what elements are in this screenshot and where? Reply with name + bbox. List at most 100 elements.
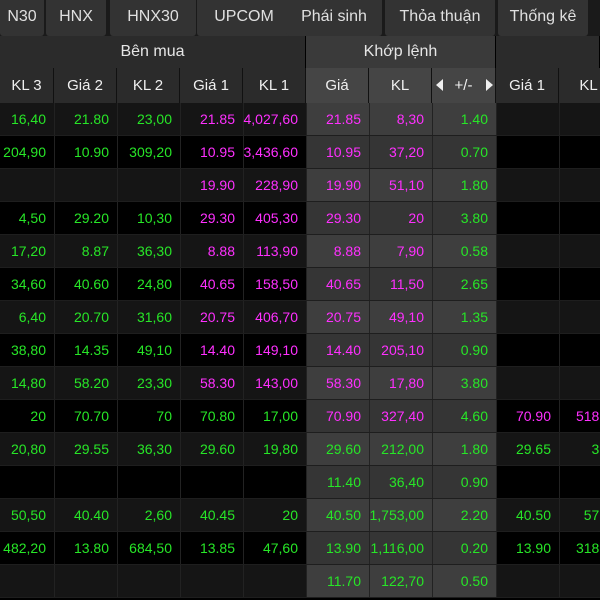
tab-thống-kê[interactable]: Thống kê	[498, 0, 588, 36]
cell-kl1: 19,80	[262, 441, 298, 457]
cell-gia2: 20.70	[73, 309, 109, 325]
cell-khop-change: 1.40	[460, 111, 488, 127]
cell-ban-gia1	[496, 367, 559, 400]
table-row[interactable]: 38,80 14.35 49,10 14.40 149,10 14.40 205,10 0.9…	[0, 334, 600, 367]
cell-kl3: 204,90	[3, 144, 46, 160]
cell-kl2: 24,80	[136, 276, 172, 292]
cell-kl2: 23,30	[136, 375, 172, 391]
header-kl2: KL 2	[117, 68, 180, 103]
tab-thỏa-thuận[interactable]: Thỏa thuận	[385, 0, 495, 36]
cell-khop-gia: 14.40	[325, 342, 361, 358]
cell-khop-change: 1.35	[460, 309, 488, 325]
table-row[interactable]: 19.90 228,90 19.90 51,10 1.80	[0, 169, 600, 202]
table-row[interactable]: 4,50 29.20 10,30 29.30 405,30 29.30 20 3.80	[0, 202, 600, 235]
cell-ban-kl1	[559, 103, 600, 136]
table-row[interactable]: 17,20 8.87 36,30 8.88 113,90 8.88 7,90 0.58	[0, 235, 600, 268]
market-tabs: N30 HNX HNX30 UPCOM Phái sinh Thỏa thuận Thống…	[0, 0, 600, 36]
cell-ban-gia1	[496, 169, 559, 202]
cell-ban-gia1	[496, 136, 559, 169]
cell-gia2	[54, 169, 117, 202]
cell-gia2: 40.40	[73, 507, 109, 523]
cell-gia1: 40.45	[199, 507, 235, 523]
header-ban-gia1: Giá 1	[496, 68, 559, 103]
cell-gia1: 8.88	[207, 243, 235, 259]
cell-kl2: 36,30	[136, 243, 172, 259]
tab-hnx30[interactable]: HNX30	[110, 0, 196, 36]
table-row[interactable]: 482,20 13.80 684,50 13.85 47,60 13.90 1,116,00…	[0, 532, 600, 565]
cell-kl2: 49,10	[136, 342, 172, 358]
cell-kl1	[243, 565, 306, 598]
cell-ban-gia1	[496, 235, 559, 268]
cell-gia2	[54, 466, 117, 499]
tab-hnx[interactable]: HNX	[46, 0, 106, 36]
cell-kl1: 158,50	[255, 276, 298, 292]
cell-ban-gia1	[496, 268, 559, 301]
table-row[interactable]: 34,60 40.60 24,80 40.65 158,50 40.65 11,50 2.65	[0, 268, 600, 301]
cell-khop-change: 3.80	[460, 375, 488, 391]
cell-kl3	[0, 169, 54, 202]
cell-gia1: 40.65	[199, 276, 235, 292]
tab-upcom[interactable]: UPCOM	[197, 0, 291, 36]
group-header-ben-ban	[496, 36, 600, 68]
cell-kl1: 405,30	[255, 210, 298, 226]
cell-khop-gia: 8.88	[333, 243, 361, 259]
table-row[interactable]: 204,90 10.90 309,20 10.95 3,436,60 10.95 37,20…	[0, 136, 600, 169]
cell-ban-kl1	[559, 301, 600, 334]
cell-kl3: 34,60	[10, 276, 46, 292]
table-row[interactable]: 11.40 36,40 0.90	[0, 466, 600, 499]
cell-gia2	[54, 565, 117, 598]
cell-khop-change: 4.60	[460, 408, 488, 424]
cell-kl2: 31,60	[136, 309, 172, 325]
cell-gia1: 19.90	[199, 177, 235, 193]
cell-khop-gia: 10.95	[325, 144, 361, 160]
cell-khop-gia: 40.50	[325, 507, 361, 523]
cell-khop-kl: 36,40	[388, 474, 424, 490]
tab-phái-sinh[interactable]: Phái sinh	[286, 0, 382, 36]
cell-ban-gia1	[496, 334, 559, 367]
table-row[interactable]: 6,40 20.70 31,60 20.75 406,70 20.75 49,10 1.35	[0, 301, 600, 334]
scroll-right-icon[interactable]	[486, 79, 493, 91]
cell-kl3: 20	[30, 408, 46, 424]
cell-khop-gia: 20.75	[325, 309, 361, 325]
cell-gia1: 29.30	[199, 210, 235, 226]
cell-kl1: 20	[282, 507, 298, 523]
cell-khop-change: 0.90	[460, 474, 488, 490]
price-board-table: 16,40 21.80 23,00 21.85 4,027,60 21.85 8,30 1.4…	[0, 103, 600, 598]
cell-khop-change: 3.80	[460, 210, 488, 226]
tab-n30[interactable]: N30	[0, 0, 44, 36]
table-row[interactable]: 20 70.70 70 70.80 17,00 70.90 327,40 4.60 70.90 5…	[0, 400, 600, 433]
table-row[interactable]: 50,50 40.40 2,60 40.45 20 40.50 1,753,00 2.20 40…	[0, 499, 600, 532]
header-kl3: KL 3	[0, 68, 54, 103]
cell-kl2	[117, 565, 180, 598]
cell-kl1	[243, 466, 306, 499]
cell-gia2: 10.90	[73, 144, 109, 160]
cell-kl2: 10,30	[136, 210, 172, 226]
cell-khop-kl: 1,753,00	[369, 507, 425, 523]
cell-kl3: 50,50	[10, 507, 46, 523]
cell-gia2: 70.70	[73, 408, 109, 424]
cell-kl2: 70	[156, 408, 172, 424]
cell-gia2: 21.80	[73, 111, 109, 127]
cell-kl2: 309,20	[129, 144, 172, 160]
cell-kl1: 17,00	[262, 408, 298, 424]
cell-khop-kl: 212,00	[381, 441, 424, 457]
cell-kl3: 38,80	[10, 342, 46, 358]
cell-khop-kl: 11,50	[390, 276, 424, 292]
table-row[interactable]: 14,80 58.20 23,30 58.30 143,00 58.30 17,80 3.80	[0, 367, 600, 400]
cell-kl1: 47,60	[262, 540, 298, 556]
table-row[interactable]: 20,80 29.55 36,30 29.60 19,80 29.60 212,00 1.80…	[0, 433, 600, 466]
cell-ban-kl1	[559, 367, 600, 400]
cell-kl3: 17,20	[10, 243, 46, 259]
cell-gia2: 58.20	[73, 375, 109, 391]
cell-khop-gia: 11.70	[327, 573, 361, 589]
table-row[interactable]: 16,40 21.80 23,00 21.85 4,027,60 21.85 8,30 1.4…	[0, 103, 600, 136]
cell-khop-kl: 122,70	[381, 573, 424, 589]
cell-kl1: 143,00	[255, 375, 298, 391]
table-row[interactable]: 11.70 122,70 0.50	[0, 565, 600, 598]
scroll-left-icon[interactable]	[436, 79, 443, 91]
cell-gia2: 13.80	[73, 540, 109, 556]
cell-ban-gia1	[496, 466, 559, 499]
cell-gia1: 70.80	[199, 408, 235, 424]
cell-khop-gia: 40.65	[325, 276, 361, 292]
cell-gia2: 40.60	[73, 276, 109, 292]
